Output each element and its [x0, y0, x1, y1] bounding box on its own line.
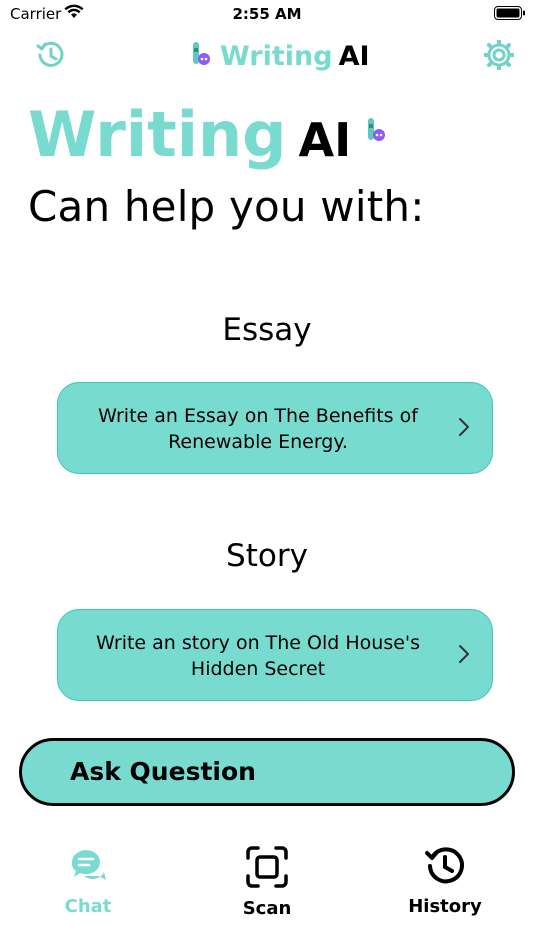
essay-prompt-text: Write an Essay on The Benefits of Renewa…: [98, 405, 418, 453]
chat-icon: [18, 846, 158, 890]
settings-gear-icon[interactable]: [483, 39, 516, 72]
battery-icon: [494, 6, 526, 25]
hero-word: Writing: [28, 98, 287, 171]
tab-chat-label: Chat: [64, 896, 112, 917]
history-icon[interactable]: [36, 40, 68, 72]
status-time: 2:55 AM: [232, 5, 302, 23]
tab-history[interactable]: History: [375, 846, 515, 917]
tab-chat[interactable]: Chat: [18, 846, 158, 917]
section-title-story: Story: [226, 538, 308, 574]
ask-question-label: Ask Question: [70, 757, 256, 786]
history-icon: [375, 846, 515, 890]
tab-history-label: History: [408, 896, 482, 917]
top-nav: Writing AI: [0, 36, 534, 76]
chevron-right-icon: [458, 417, 470, 441]
ask-question-button[interactable]: Ask Question: [19, 738, 515, 806]
scan-icon: [197, 846, 337, 892]
nav-brand-word: Writing: [220, 40, 333, 72]
chevron-right-icon: [458, 644, 470, 668]
nav-brand-ai: AI: [338, 40, 370, 72]
robot-logo-icon: [190, 40, 212, 72]
hero-subtitle: Can help you with:: [28, 182, 425, 231]
hero-title: Writing AI: [28, 100, 387, 170]
section-title-essay: Essay: [222, 312, 312, 348]
hero-ai: AI: [298, 113, 352, 167]
essay-prompt-card[interactable]: Write an Essay on The Benefits of Renewa…: [57, 382, 493, 474]
tab-scan-label: Scan: [242, 898, 292, 919]
tab-scan[interactable]: Scan: [197, 846, 337, 919]
status-bar: Carrier 2:55 AM: [0, 0, 534, 28]
nav-brand: Writing AI: [190, 40, 370, 72]
story-prompt-card[interactable]: Write an story on The Old House's Hidden…: [57, 609, 493, 701]
story-prompt-text: Write an story on The Old House's Hidden…: [95, 632, 421, 680]
robot-logo-icon: [365, 116, 387, 148]
